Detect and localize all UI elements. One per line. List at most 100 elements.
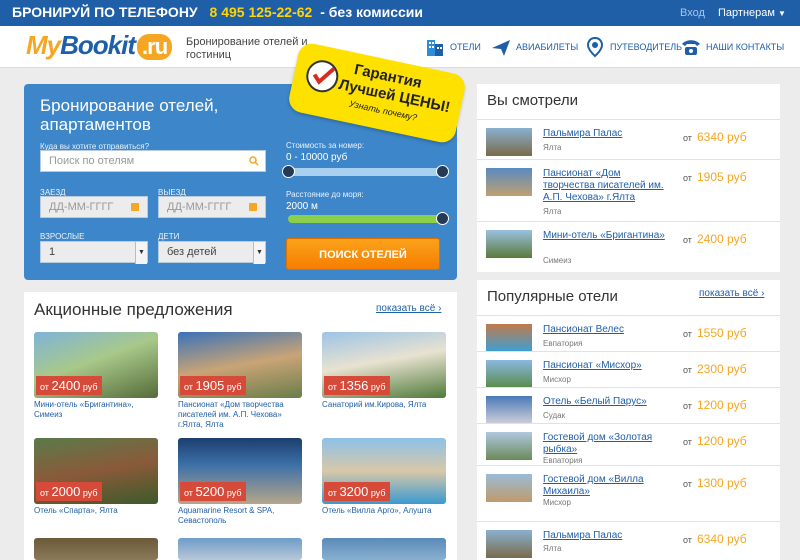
viewed-panel: Вы смотрели Пальмира Палас Ялта от 6340 … (477, 84, 780, 272)
hotel-name[interactable]: Отель «Белый Парус» (543, 396, 673, 408)
hotel-thumbnail (486, 432, 532, 460)
sea-slider-handle[interactable] (436, 212, 449, 225)
search-icon (249, 156, 259, 166)
price-currency: руб (370, 382, 386, 392)
nav-hotels[interactable]: ОТЕЛИ (424, 36, 481, 58)
promotions-show-all-link[interactable]: показать всё › (376, 303, 441, 314)
price-prefix: от (683, 173, 692, 183)
checkout-input[interactable]: ДД-ММ-ГГГГ (158, 196, 266, 218)
price-currency: руб (370, 488, 386, 498)
where-placeholder: Поиск по отелям (49, 155, 135, 167)
hotel-name[interactable]: Пансионат Велес (543, 324, 673, 336)
calendar-icon (249, 203, 257, 211)
promotions-section: Акционные предложения показать всё › от … (24, 292, 457, 560)
map-pin-icon (586, 36, 604, 58)
hotel-photo (178, 538, 302, 560)
children-select[interactable]: без детей ▼ (158, 241, 266, 264)
popular-item[interactable]: Пальмира Палас Ялта от 6340 руб (477, 521, 780, 560)
hotel-city: Евпатория (543, 456, 583, 465)
hotel-thumbnail (486, 230, 532, 258)
price-amount: 1356 (339, 378, 369, 393)
price-tag: от 3200 руб (324, 482, 390, 501)
hotel-city: Евпатория (543, 339, 583, 348)
popular-item[interactable]: Пансионат Велес Евпатория от 1550 руб (477, 315, 780, 352)
search-title: Бронирование отелей, апартаментов (40, 96, 219, 134)
price-currency: руб (226, 488, 242, 498)
chevron-down-icon: ▼ (777, 9, 786, 18)
hotel-name[interactable]: Санаторий им.Кирова, Ялта (322, 400, 446, 410)
logo-bookit: Bookit (60, 30, 136, 60)
promotions-title: Акционные предложения (34, 300, 233, 319)
nav-flights-label: АВИАБИЛЕТЫ (516, 42, 579, 52)
viewed-item[interactable]: Мини-отель «Бригантина» Симеиз от 2400 р… (477, 221, 780, 269)
hotel-price: 2400 руб (697, 232, 747, 246)
sea-slider-track[interactable] (288, 215, 440, 223)
hotel-name[interactable]: Aquamarine Resort & SPA, Севастополь (178, 506, 302, 526)
checkout-placeholder: ДД-ММ-ГГГГ (167, 201, 232, 213)
nav-hotels-label: ОТЕЛИ (450, 42, 481, 52)
price-currency: руб (82, 488, 98, 498)
hotel-name[interactable]: Гостевой дом «Золотая рыбка» (543, 432, 673, 456)
nav-contacts[interactable]: НАШИ КОНТАКТЫ (680, 36, 784, 58)
hotel-price: 2300 руб (697, 362, 747, 376)
hotel-price: 1300 руб (697, 476, 747, 490)
checkin-input[interactable]: ДД-ММ-ГГГГ (40, 196, 148, 218)
sea-label: Расстояние до моря: (286, 190, 364, 199)
hotel-name[interactable]: Мини-отель «Бригантина» (543, 230, 673, 242)
hotel-price: 6340 руб (697, 532, 747, 546)
nav-guide-label: ПУТЕВОДИТЕЛЬ (610, 42, 683, 52)
partners-menu[interactable]: Партнерам ▼ (718, 7, 786, 19)
price-prefix: от (683, 479, 692, 489)
popular-item[interactable]: Отель «Белый Парус» Судак от 1200 руб (477, 387, 780, 424)
children-label: ДЕТИ (158, 232, 180, 241)
search-hotels-button[interactable]: ПОИСК ОТЕЛЕЙ (286, 238, 440, 270)
price-currency: руб (82, 382, 98, 392)
popular-item[interactable]: Пансионат «Мисхор» Мисхор от 2300 руб (477, 351, 780, 388)
popular-item[interactable]: Гостевой дом «Вилла Михаила» Мисхор от 1… (477, 465, 780, 507)
price-prefix: от (683, 437, 692, 447)
show-all-label: показать всё (699, 288, 759, 299)
login-link[interactable]: Вход (680, 7, 705, 19)
logo-my: My (26, 30, 61, 60)
hotel-city: Судак (543, 411, 566, 420)
show-all-label: показать всё (376, 303, 436, 314)
hotel-photo (322, 538, 446, 560)
adults-select[interactable]: 1 ▼ (40, 241, 148, 264)
price-prefix: от (683, 535, 692, 545)
hotel-thumbnail (486, 474, 532, 502)
hotel-thumbnail (486, 324, 532, 352)
hotel-name[interactable]: Пансионат «Дом творчества писателей им. … (178, 400, 302, 430)
viewed-item[interactable]: Пансионат «Дом творчества писателей им. … (477, 159, 780, 221)
hotel-name[interactable]: Пальмира Палас (543, 530, 673, 542)
hotel-name[interactable]: Пансионат «Мисхор» (543, 360, 673, 372)
viewed-item[interactable]: Пальмира Палас Ялта от 6340 руб (477, 119, 780, 159)
price-amount: 5200 (195, 484, 225, 499)
hotel-name[interactable]: Пансионат «Дом творчества писателей им. … (543, 168, 673, 204)
hotel-thumbnail (486, 168, 532, 196)
hotel-name[interactable]: Гостевой дом «Вилла Михаила» (543, 474, 673, 498)
price-slider-max-handle[interactable] (436, 165, 449, 178)
popular-show-all-link[interactable]: показать всё › (699, 288, 764, 299)
price-amount: 2000 (51, 484, 81, 499)
nav-guide[interactable]: ПУТЕВОДИТЕЛЬ (584, 36, 682, 58)
price-prefix: от (683, 401, 692, 411)
nav-flights[interactable]: АВИАБИЛЕТЫ (490, 36, 578, 58)
popular-title: Популярные отели (487, 288, 618, 305)
price-slider-track[interactable] (288, 168, 440, 176)
logo[interactable]: MyBookit .ru (26, 30, 173, 61)
hotel-name[interactable]: Пальмира Палас (543, 128, 673, 140)
hotel-name[interactable]: Отель «Вилла Арго», Алушта (322, 506, 446, 516)
phone-number[interactable]: 8 495 125-22-62 (210, 4, 313, 20)
where-input[interactable]: Поиск по отелям (40, 150, 266, 172)
sea-value: 2000 м (286, 201, 318, 212)
price-label: Стоимость за номер: (286, 141, 365, 150)
price-tag: от 2400 руб (36, 376, 102, 395)
hotel-city: Симеиз (543, 256, 572, 265)
hotel-name[interactable]: Отель «Спарта», Ялта (34, 506, 158, 516)
price-slider-min-handle[interactable] (282, 165, 295, 178)
hotel-name[interactable]: Мини-отель «Бригантина», Симеиз (34, 400, 158, 420)
price-tag: от 5200 руб (180, 482, 246, 501)
chevron-right-icon: › (761, 288, 765, 299)
popular-item[interactable]: Гостевой дом «Золотая рыбка» Евпатория о… (477, 423, 780, 465)
price-prefix: от (184, 382, 193, 392)
